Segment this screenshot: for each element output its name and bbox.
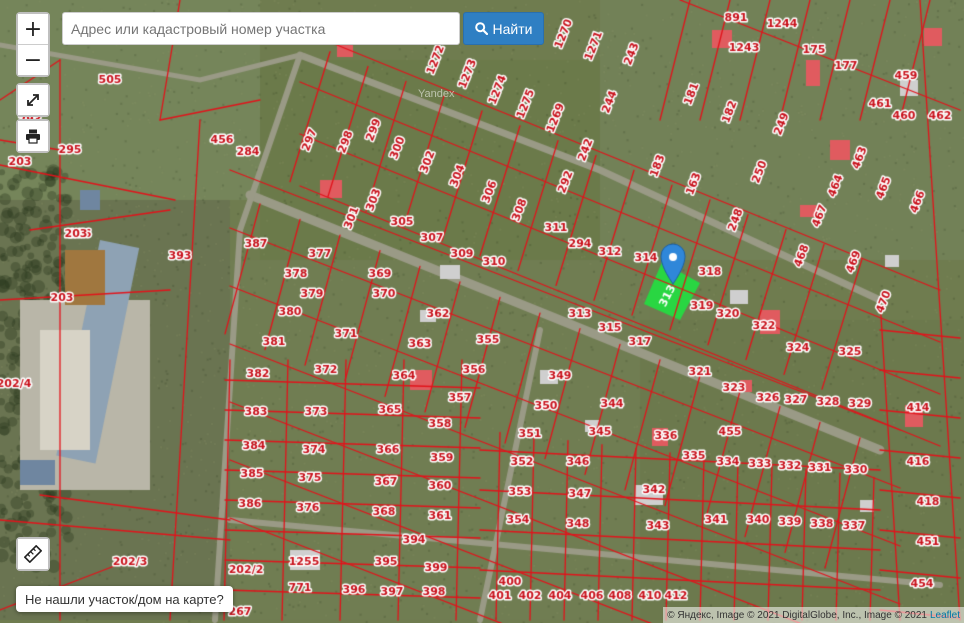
zoom-out-button[interactable]: − <box>18 44 48 75</box>
print-control <box>16 119 50 153</box>
search-icon <box>474 22 488 35</box>
search-input[interactable] <box>62 12 460 45</box>
print-button[interactable] <box>18 121 48 151</box>
search-button-label: Найти <box>492 20 533 37</box>
search-button[interactable]: Найти <box>463 12 544 45</box>
printer-icon <box>26 129 40 144</box>
attribution: © Яндекс, Image © 2021 DigitalGlobe, Inc… <box>663 607 964 623</box>
not-found-link[interactable]: Не нашли участок/дом на карте? <box>16 586 233 612</box>
attribution-providers: © Яндекс, Image © 2021 DigitalGlobe, Inc… <box>667 609 927 621</box>
measure-control <box>16 537 50 571</box>
zoom-control: + − <box>16 12 50 77</box>
ruler-icon <box>24 545 42 563</box>
satellite-map[interactable] <box>0 0 964 623</box>
zoom-in-button[interactable]: + <box>18 14 48 44</box>
fullscreen-button[interactable] <box>18 85 48 115</box>
expand-icon <box>27 94 39 106</box>
leaflet-link[interactable]: Leaflet <box>930 610 960 621</box>
measure-button[interactable] <box>18 539 48 569</box>
yandex-watermark: Yandex <box>418 88 455 100</box>
fullscreen-control <box>16 83 50 117</box>
